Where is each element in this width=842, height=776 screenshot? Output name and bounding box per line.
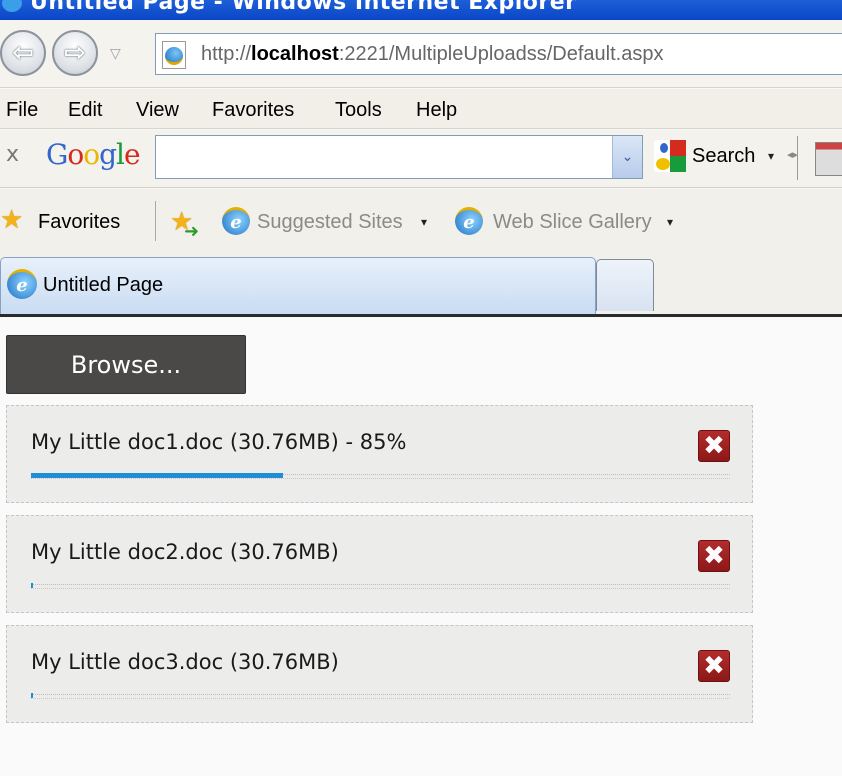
chevron-down-icon[interactable]: ⌄ [612,136,642,178]
menu-tools[interactable]: Tools [335,99,382,122]
page-content: Browse... My Little doc1.doc (30.76MB) -… [0,318,842,776]
google-logo-letter: G [46,138,68,171]
tab-label: Untitled Page [43,274,164,296]
forward-arrow-icon: ⇨ [64,38,86,68]
tab-row: e Untitled Page [0,255,842,317]
file-name: My Little doc2.doc (30.76MB) [31,540,339,564]
add-to-favorites-bar-button[interactable]: ★ ➜ [170,207,202,242]
recent-pages-dropdown[interactable]: ▽ [110,46,121,62]
menu-edit[interactable]: Edit [68,99,102,122]
remove-file-button[interactable]: ✖ [698,650,730,682]
web-slice-gallery-dropdown-icon[interactable]: ▾ [667,215,673,229]
google-search-button[interactable]: Search [692,145,755,168]
progress-fill [31,583,34,588]
green-arrow-icon: ➜ [184,221,200,242]
google-search-icon[interactable] [654,140,686,172]
google-search-input[interactable]: ⌄ [155,135,643,179]
favorites-separator [155,201,156,241]
menu-help[interactable]: Help [416,99,457,122]
google-logo-letter: o [83,138,100,171]
progress-fill [31,693,34,698]
suggested-sites-dropdown-icon[interactable]: ▾ [421,215,427,229]
url-path: :2221/MultipleUploadss/Default.aspx [338,43,664,65]
menu-favorites[interactable]: Favorites [212,99,294,122]
browse-button[interactable]: Browse... [6,335,246,394]
upload-item: My Little doc1.doc (30.76MB) - 85% ✖ [6,405,753,503]
menu-view[interactable]: View [136,99,179,122]
google-logo-letter: e [124,138,141,171]
google-logo-letter: o [67,138,84,171]
upload-item: My Little doc3.doc (30.76MB) ✖ [6,625,753,723]
toolbar-separator [797,136,798,180]
back-arrow-icon: ⇦ [12,38,34,68]
progress-track [31,473,730,479]
url-host: localhost [251,43,339,65]
search-options-arrow-icon[interactable]: ▾ [768,149,774,163]
ie-icon: e [222,207,250,235]
window-title: Untitled Page - Windows Internet Explore… [30,0,577,15]
google-logo-letter: l [116,138,125,171]
remove-file-button[interactable]: ✖ [698,430,730,462]
progress-fill [31,473,283,478]
forward-button[interactable]: ⇨ [52,30,98,76]
menu-bar: File Edit View Favorites Tools Help [0,89,842,129]
new-tab-button[interactable] [596,259,654,311]
google-toolbar: x Google ⌄ Search ▾ ◂▸ [0,130,842,188]
file-name: My Little doc1.doc (30.76MB) - 85% [31,430,407,454]
web-slice-ie-icon: e [455,207,483,235]
window-title-bar: Untitled Page - Windows Internet Explore… [0,0,842,20]
ie-page-icon [162,41,186,69]
ie-tab-icon: e [7,269,37,299]
url-prefix: http:// [201,43,252,65]
url-field[interactable]: http://localhost:2221/MultipleUploadss/D… [155,33,842,75]
favorites-button[interactable]: Favorites [38,211,120,234]
file-name: My Little doc3.doc (30.76MB) [31,650,339,674]
web-slice-gallery-link[interactable]: Web Slice Gallery [493,211,652,234]
tab-untitled-page[interactable]: e Untitled Page [0,257,596,314]
remove-file-button[interactable]: ✖ [698,540,730,572]
progress-track [31,583,730,589]
close-toolbar-icon[interactable]: x [6,142,19,167]
url-text[interactable]: http://localhost:2221/MultipleUploadss/D… [201,43,663,66]
favorites-star-icon[interactable]: ★ [0,205,23,235]
ie-app-icon [2,0,22,12]
address-bar-row: ⇦ ⇨ ▽ http://localhost:2221/MultipleUplo… [0,20,842,88]
progress-track [31,693,730,699]
upload-item: My Little doc2.doc (30.76MB) ✖ [6,515,753,613]
menu-file[interactable]: File [6,99,38,122]
google-logo: Google [46,138,141,171]
back-button[interactable]: ⇦ [0,30,46,76]
news-feed-icon[interactable] [815,142,842,176]
google-logo-letter: g [99,138,117,171]
favorites-bar: ★ Favorites ★ ➜ e Suggested Sites ▾ e We… [0,189,842,255]
suggested-sites-link[interactable]: Suggested Sites [257,211,403,234]
